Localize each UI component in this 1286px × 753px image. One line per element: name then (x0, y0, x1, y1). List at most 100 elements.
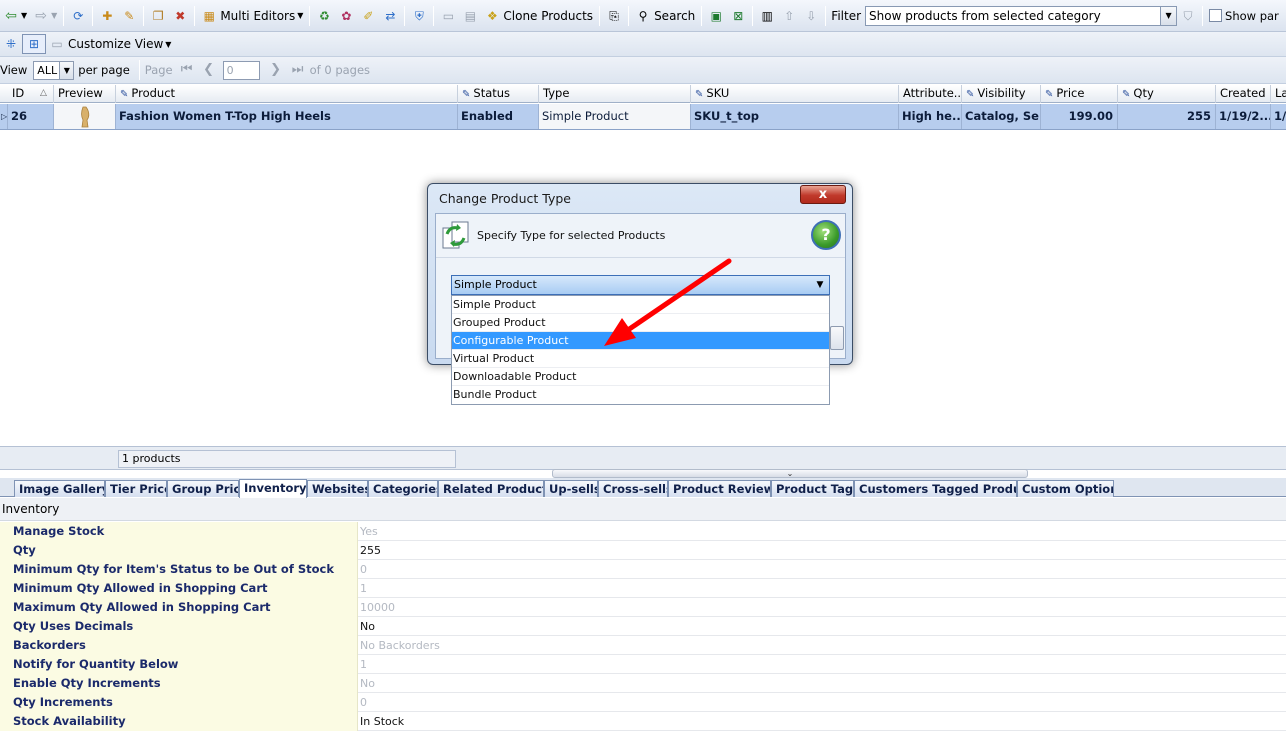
tab-related-products[interactable]: Related Products (438, 480, 544, 497)
last-page-icon[interactable]: ⏭ (290, 62, 306, 78)
tab-inventory[interactable]: Inventory (239, 479, 307, 498)
column-header-price[interactable]: ✎ Price (1041, 85, 1118, 103)
close-button[interactable]: x (800, 185, 846, 204)
tab-product-reviews[interactable]: Product Reviews (668, 480, 771, 497)
tab-image-gallery[interactable]: Image Gallery (14, 480, 105, 497)
inventory-value[interactable]: No (360, 674, 375, 693)
tab-product-tags[interactable]: Product Tags (771, 480, 854, 497)
cell-qty[interactable]: 255 (1118, 104, 1216, 129)
column-header-created[interactable]: Created (1216, 85, 1271, 103)
show-params-checkbox[interactable]: Show par (1206, 5, 1282, 27)
cell-status[interactable]: Enabled (458, 104, 539, 129)
cell-preview[interactable] (54, 104, 116, 129)
first-page-icon[interactable]: ⏮ (179, 62, 195, 78)
column-header-status[interactable]: ✎ Status (458, 85, 539, 103)
column-header-type[interactable]: Type (539, 85, 691, 103)
cell-type[interactable]: Simple Product (539, 104, 691, 129)
inventory-value[interactable]: No Backorders (360, 636, 440, 655)
tab-up-sells[interactable]: Up-sells (544, 480, 598, 497)
excel-export-button[interactable]: ⊠ (727, 5, 749, 27)
delete-product-button[interactable]: ✖ (169, 5, 191, 27)
column-header-visibility[interactable]: ✎ Visibility (962, 85, 1041, 103)
transfer-button[interactable]: ⇄ (379, 5, 401, 27)
cell-last[interactable]: 1/ (1271, 104, 1286, 129)
columns-button[interactable]: ▥ (756, 5, 778, 27)
multi-editors-button[interactable]: ▦ Multi Editors ▼ (198, 5, 306, 27)
print-button[interactable]: ▤ (459, 5, 481, 27)
edit-product-button[interactable]: ✎ (118, 5, 140, 27)
search-button[interactable]: ⚲ Search (632, 5, 698, 27)
per-page-select[interactable]: ALL ▼ (33, 60, 75, 80)
refresh-button[interactable]: ⟳ (67, 5, 89, 27)
dialog-button[interactable] (830, 326, 844, 350)
help-button[interactable]: ? (811, 220, 841, 250)
inventory-value[interactable]: 255 (360, 541, 381, 560)
cell-price[interactable]: 199.00 (1041, 104, 1118, 129)
column-header-product[interactable]: ✎ Product (116, 85, 458, 103)
option-simple-product[interactable]: Simple Product (452, 296, 829, 314)
cell-attribute[interactable]: High he... (899, 104, 962, 129)
cell-visibility[interactable]: Catalog, Se... (962, 104, 1041, 129)
inventory-value[interactable]: 0 (360, 693, 367, 712)
option-downloadable-product[interactable]: Downloadable Product (452, 368, 829, 386)
clear-filter-button[interactable]: ⛉ (1177, 5, 1199, 27)
product-type-select[interactable]: Simple Product ▼ (451, 275, 830, 295)
next-page-icon[interactable]: ❯ (268, 62, 284, 78)
chevron-down-icon[interactable]: ▼ (813, 278, 827, 292)
category-button[interactable]: ♻ (313, 5, 335, 27)
prev-page-icon[interactable]: ❮ (201, 62, 217, 78)
forward-button[interactable]: ⇨ ▼ (30, 5, 60, 27)
inventory-value[interactable]: In Stock (360, 712, 404, 731)
column-header-last[interactable]: La (1271, 85, 1286, 103)
option-grouped-product[interactable]: Grouped Product (452, 314, 829, 332)
filter-select[interactable]: Show products from selected category ▼ (865, 5, 1178, 26)
add-product-button[interactable]: ✚ (96, 5, 118, 27)
option-bundle-product[interactable]: Bundle Product (452, 386, 829, 404)
tab-group-price[interactable]: Group Price (167, 480, 239, 497)
panel-splitter-handle[interactable]: ⌄ (552, 469, 1028, 478)
chevron-down-icon[interactable]: ▼ (59, 61, 74, 79)
inventory-value[interactable]: Yes (360, 522, 378, 541)
checkbox-box[interactable] (1209, 9, 1223, 22)
cell-sku[interactable]: SKU_t_top (691, 104, 899, 129)
shield-button[interactable]: ⛨ (408, 5, 430, 27)
tab-customers-tagged-product[interactable]: Customers Tagged Product (854, 480, 1017, 497)
tab-custom-options[interactable]: Custom Options (1017, 480, 1114, 497)
tag-button[interactable]: ✐ (357, 5, 379, 27)
sort-down-button[interactable]: ⇩ (800, 5, 822, 27)
inventory-value[interactable]: 10000 (360, 598, 395, 617)
sort-up-button[interactable]: ⇧ (778, 5, 800, 27)
column-header-preview[interactable]: Preview (54, 85, 116, 103)
column-header-qty[interactable]: ✎ Qty (1118, 85, 1216, 103)
customize-view-button[interactable]: ▭ Customize View ▼ (46, 33, 174, 55)
cell-product[interactable]: Fashion Women T-Top High Heels (116, 104, 458, 129)
option-configurable-product[interactable]: Configurable Product (452, 332, 829, 350)
inventory-value[interactable]: 0 (360, 560, 367, 579)
column-header-sku[interactable]: ✎ SKU (691, 85, 899, 103)
table-row[interactable]: ▷ 26 Fashion Women T-Top High Heels Enab… (0, 104, 1286, 130)
inventory-value[interactable]: No (360, 617, 375, 636)
inventory-value[interactable]: 1 (360, 579, 367, 598)
tab-cross-sells[interactable]: Cross-sells (598, 480, 668, 497)
grid-mode-button[interactable]: ⊞ (22, 34, 46, 54)
option-virtual-product[interactable]: Virtual Product (452, 350, 829, 368)
column-header-attribute[interactable]: Attribute... (899, 85, 962, 103)
page-number-input[interactable]: 0 (222, 60, 260, 80)
copy-product-button[interactable]: ❐ (147, 5, 169, 27)
tab-tier-price[interactable]: Tier Price (105, 480, 167, 497)
export-button[interactable]: ⎘ (603, 5, 625, 27)
excel-import-button[interactable]: ▣ (705, 5, 727, 27)
column-header-id[interactable]: ID △ (8, 85, 54, 103)
document-button[interactable]: ▭ (437, 5, 459, 27)
chevron-down-icon[interactable]: ▼ (1160, 6, 1177, 25)
tab-categories[interactable]: Categories (368, 480, 438, 497)
expand-button[interactable]: ⁜ (0, 33, 22, 55)
clone-products-button[interactable]: ❖ Clone Products (481, 5, 596, 27)
cell-created[interactable]: 1/19/2... (1216, 104, 1271, 129)
inventory-value[interactable]: 1 (360, 655, 367, 674)
back-button[interactable]: ⇦ ▼ (0, 5, 30, 27)
tab-websites[interactable]: Websites (307, 480, 368, 497)
search-icon: ⚲ (638, 8, 648, 23)
cell-id[interactable]: 26 (8, 104, 54, 129)
attributes-button[interactable]: ✿ (335, 5, 357, 27)
